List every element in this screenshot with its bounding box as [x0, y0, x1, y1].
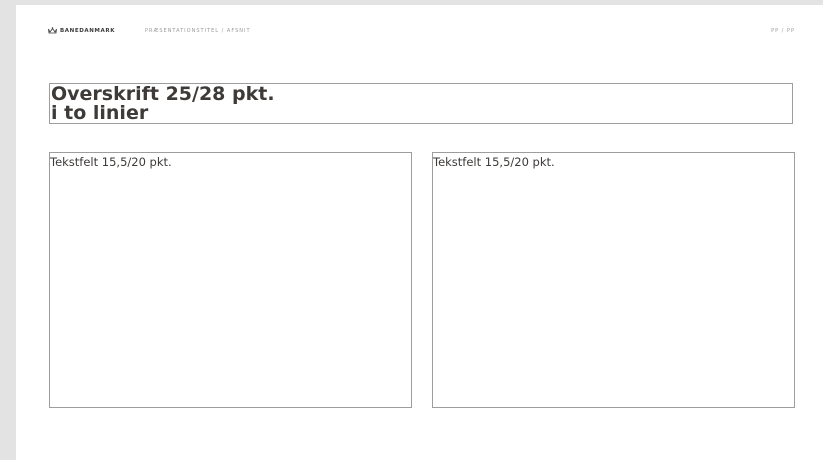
presentation-title: PRÆSENTATIONSTITEL / AFSNIT — [145, 28, 251, 34]
headline-placeholder[interactable]: Overskrift 25/28 pkt. i to linier — [49, 83, 793, 124]
page-number: PP / PP — [771, 28, 795, 34]
text-field-left[interactable]: Tekstfelt 15,5/20 pkt. — [49, 152, 412, 408]
crown-icon — [48, 27, 57, 34]
headline-line-2: i to linier — [51, 102, 149, 124]
text-field-left-content: Tekstfelt 15,5/20 pkt. — [50, 155, 172, 169]
headline: Overskrift 25/28 pkt. i to linier — [51, 85, 792, 123]
text-field-right[interactable]: Tekstfelt 15,5/20 pkt. — [432, 152, 795, 408]
slide: BANEDANMARK PRÆSENTATIONSTITEL / AFSNIT … — [16, 5, 823, 460]
headline-line-1: Overskrift 25/28 pkt. — [51, 83, 275, 105]
banedanmark-logo: BANEDANMARK — [48, 27, 115, 34]
text-field-right-content: Tekstfelt 15,5/20 pkt. — [433, 155, 555, 169]
logo-text: BANEDANMARK — [60, 27, 116, 34]
slide-header: BANEDANMARK PRÆSENTATIONSTITEL / AFSNIT … — [16, 5, 823, 45]
